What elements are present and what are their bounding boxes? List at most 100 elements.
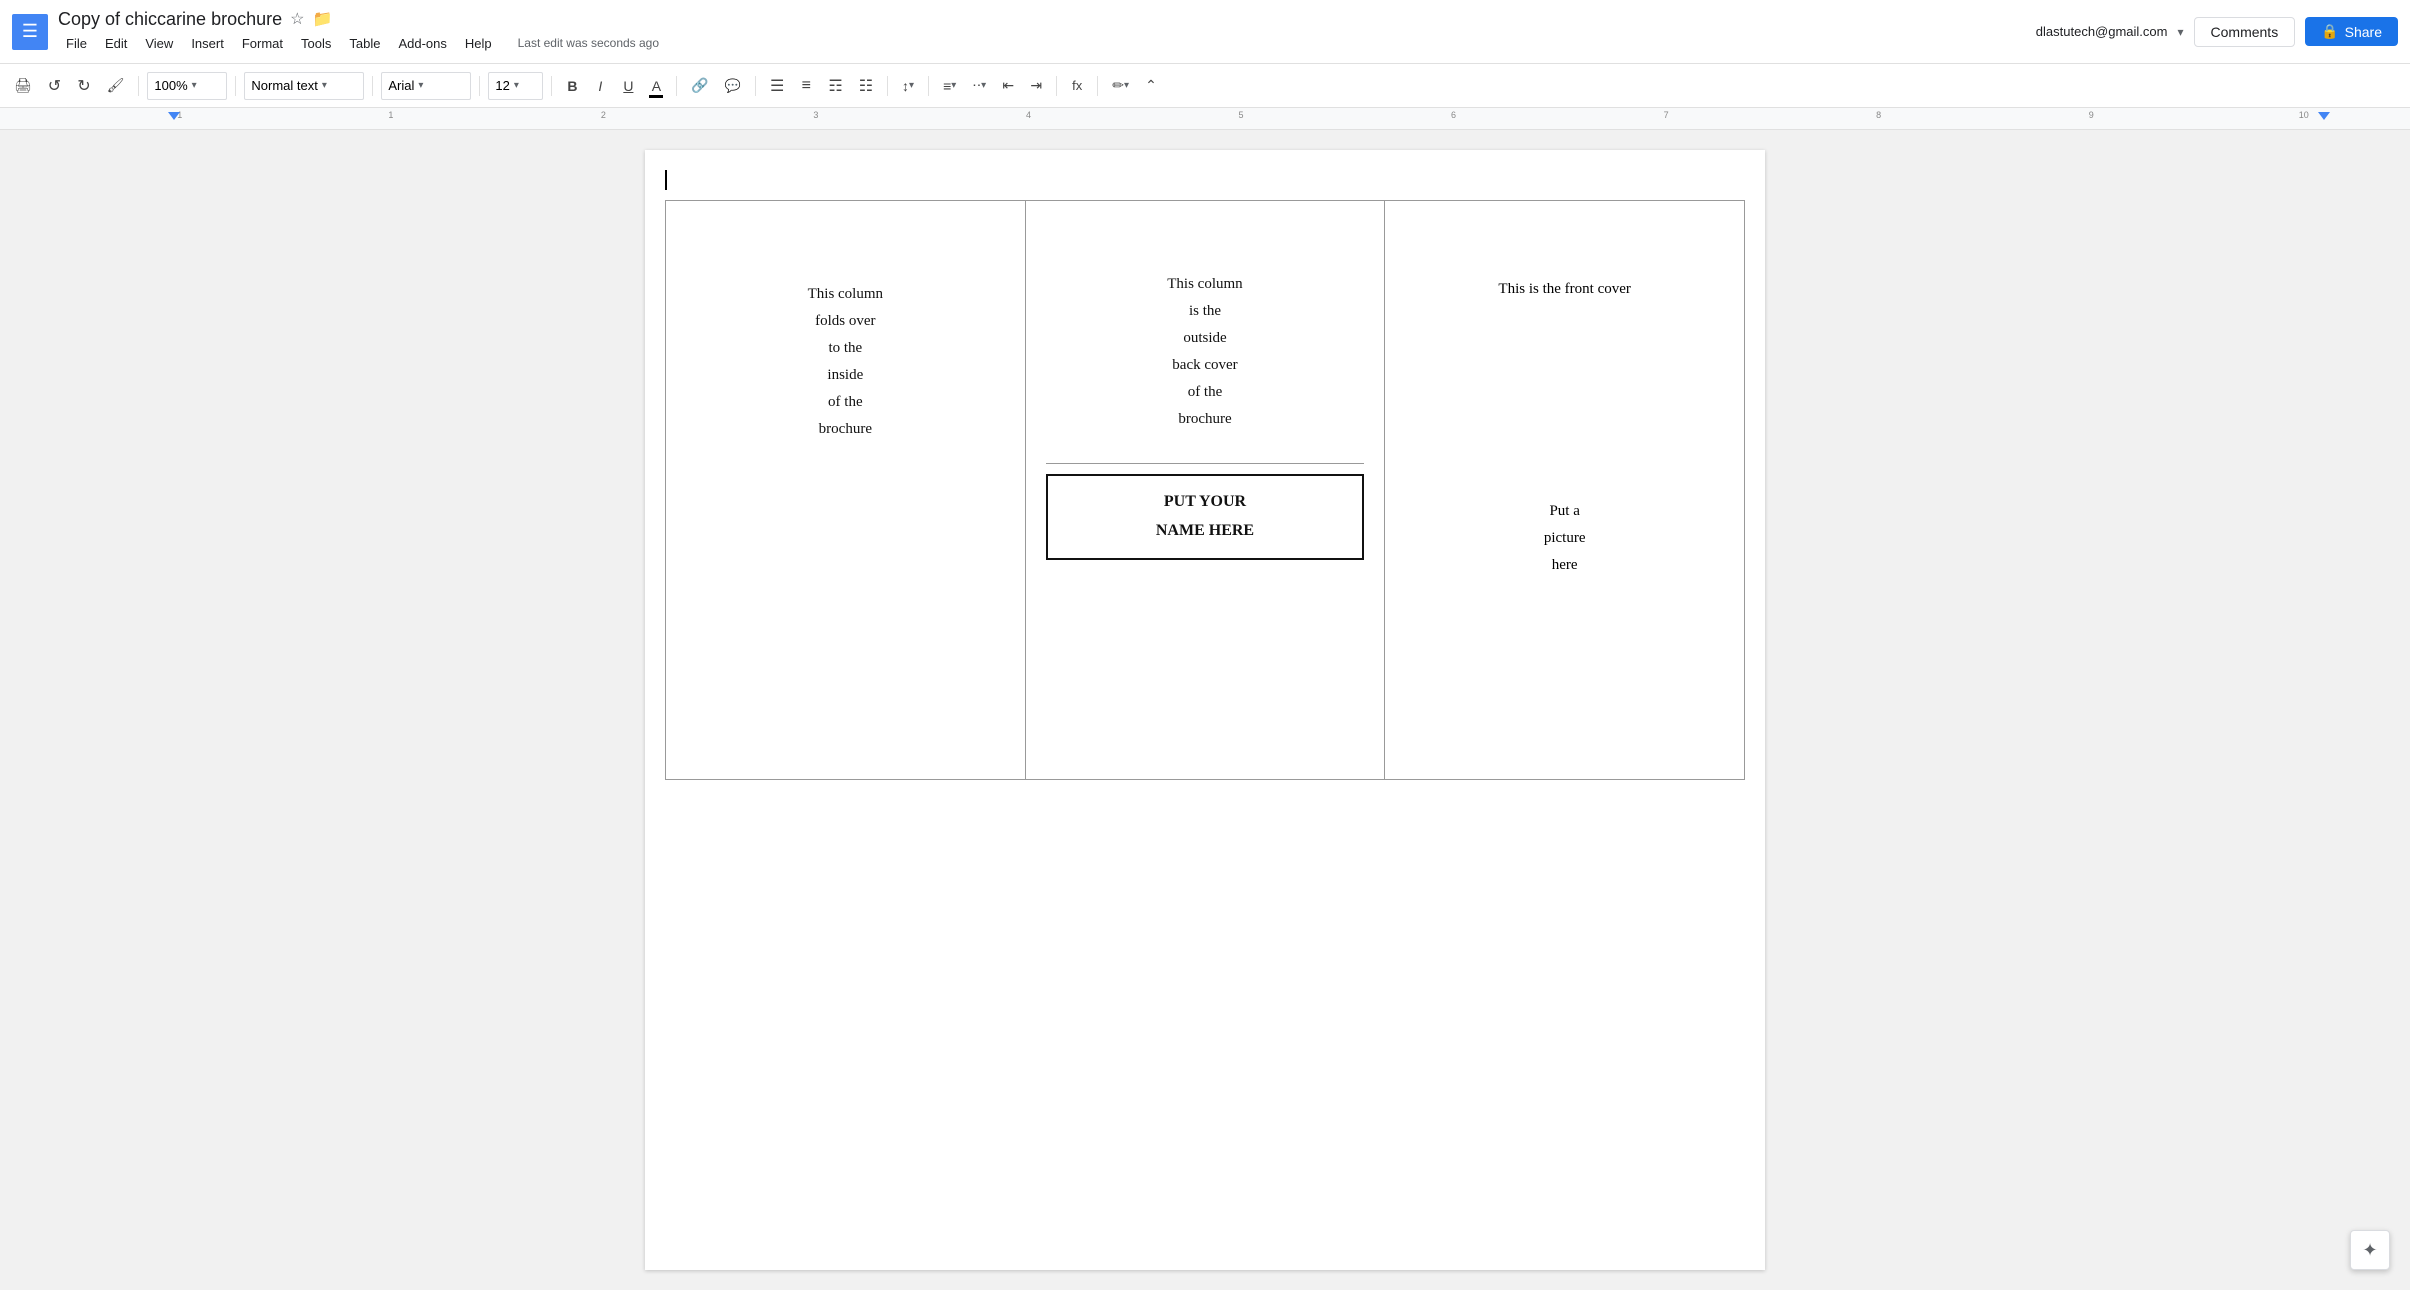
menu-addons[interactable]: Add-ons	[390, 32, 454, 55]
menu-bar: File Edit View Insert Format Tools Table…	[58, 32, 2036, 55]
text-color-button[interactable]: A	[644, 71, 668, 101]
paint-format-icon: 🖌	[107, 77, 125, 94]
bullet-list-arrow: ▾	[981, 80, 986, 91]
share-label: Share	[2345, 24, 2382, 40]
redo-icon: ↻	[77, 76, 90, 96]
menu-format[interactable]: Format	[234, 32, 291, 55]
ruler-mark: 5	[1135, 110, 1348, 130]
ruler-mark: 7	[1560, 110, 1773, 130]
separator-1	[138, 76, 139, 96]
color-indicator	[649, 95, 663, 98]
align-right-button[interactable]: ☶	[822, 71, 848, 101]
pen-icon: ✏	[1112, 77, 1124, 94]
separator-9	[928, 76, 929, 96]
undo-button[interactable]: ↺	[42, 71, 67, 101]
link-button[interactable]: 🔗	[685, 71, 714, 101]
print-button[interactable]: 🖨	[8, 71, 38, 101]
brochure-col-1[interactable]: This columnfolds overto theinsideof theb…	[666, 201, 1026, 780]
user-email[interactable]: dlastutech@gmail.com	[2036, 24, 2168, 39]
menu-insert[interactable]: Insert	[183, 32, 232, 55]
col2-name-line2: NAME HERE	[1060, 517, 1351, 546]
menu-tools[interactable]: Tools	[293, 32, 339, 55]
folder-icon[interactable]: 📁	[312, 9, 332, 29]
top-right-area: dlastutech@gmail.com ▾ Comments 🔒 Share	[2036, 17, 2398, 47]
menu-edit[interactable]: Edit	[97, 32, 135, 55]
style-selector[interactable]: Normal text ▾	[244, 72, 364, 100]
collapse-toolbar-button[interactable]: ⌃	[1139, 71, 1163, 101]
ruler-numbers: -1 1 2 3 4 5 6 7 8 9 10	[0, 110, 2410, 130]
ruler-mark: 3	[710, 110, 923, 130]
col2-divider	[1046, 463, 1365, 464]
justify-icon: ☷	[859, 76, 873, 96]
brochure-col-3[interactable]: This is the front cover Put apicturehere	[1385, 201, 1745, 780]
indent-decrease-icon: ⇤	[1002, 77, 1014, 94]
font-size-selector[interactable]: 12 ▾	[488, 72, 543, 100]
ruler-right-margin-indicator[interactable]	[2318, 112, 2330, 120]
separator-10	[1056, 76, 1057, 96]
separator-5	[551, 76, 552, 96]
menu-help[interactable]: Help	[457, 32, 500, 55]
font-arrow: ▾	[418, 80, 423, 91]
line-spacing-button[interactable]: ↕ ▾	[896, 71, 920, 101]
bullet-list-icon: ⋅⋅	[972, 77, 981, 94]
menu-table[interactable]: Table	[341, 32, 388, 55]
menu-file[interactable]: File	[58, 32, 95, 55]
bullet-list-button[interactable]: ⋅⋅ ▾	[966, 71, 992, 101]
italic-button[interactable]: I	[588, 71, 612, 101]
font-value: Arial	[388, 78, 414, 93]
col2-name-box[interactable]: PUT YOUR NAME HERE	[1046, 474, 1365, 560]
brochure-col-2[interactable]: This columnis theoutsideback coverof the…	[1025, 201, 1385, 780]
redo-button[interactable]: ↻	[71, 71, 96, 101]
align-left-icon: ☰	[770, 76, 784, 96]
ruler-mark: 1	[285, 110, 498, 130]
separator-8	[887, 76, 888, 96]
justify-button[interactable]: ☷	[853, 71, 879, 101]
ruler-mark: 2	[497, 110, 710, 130]
underline-button[interactable]: U	[616, 71, 640, 101]
formula-icon: fx	[1072, 78, 1082, 93]
text-color-icon: A	[652, 78, 661, 94]
zoom-selector[interactable]: 100% ▾	[147, 72, 227, 100]
font-selector[interactable]: Arial ▾	[381, 72, 471, 100]
collapse-icon: ⌃	[1145, 77, 1157, 94]
col3-bottom-text: Put apicturehere	[1405, 498, 1724, 579]
comment-button[interactable]: 💬	[719, 71, 747, 101]
style-value: Normal text	[251, 78, 317, 93]
indent-decrease-button[interactable]: ⇤	[996, 71, 1020, 101]
paint-format-button[interactable]: 🖌	[101, 71, 131, 101]
font-size-value: 12	[495, 78, 509, 93]
indent-increase-button[interactable]: ⇥	[1024, 71, 1048, 101]
ruler-inner: -1 1 2 3 4 5 6 7 8 9 10	[0, 108, 2410, 129]
separator-3	[372, 76, 373, 96]
line-spacing-arrow: ▾	[909, 80, 914, 91]
ruler: -1 1 2 3 4 5 6 7 8 9 10	[0, 108, 2410, 130]
col2-content: This columnis theoutsideback coverof the…	[1167, 276, 1242, 427]
ruler-left-margin-indicator[interactable]	[168, 112, 180, 120]
lock-icon: 🔒	[2321, 23, 2338, 40]
doc-page[interactable]: This columnfolds overto theinsideof theb…	[645, 150, 1765, 1270]
toolbar: 🖨 ↺ ↻ 🖌 100% ▾ Normal text ▾ Arial ▾ 12 …	[0, 64, 2410, 108]
comments-button[interactable]: Comments	[2194, 17, 2296, 47]
dropdown-icon[interactable]: ▾	[2177, 25, 2183, 39]
numbered-list-arrow: ▾	[951, 80, 956, 91]
app-menu-button[interactable]: ☰	[12, 14, 48, 50]
doc-title[interactable]: Copy of chiccarine brochure	[58, 9, 282, 30]
link-icon: 🔗	[691, 77, 708, 94]
zoom-value: 100%	[154, 78, 187, 93]
align-left-button[interactable]: ☰	[764, 71, 790, 101]
pen-arrow: ▾	[1124, 80, 1129, 91]
menu-view[interactable]: View	[137, 32, 181, 55]
numbered-list-button[interactable]: ≡ ▾	[937, 71, 962, 101]
bold-button[interactable]: B	[560, 71, 584, 101]
star-icon[interactable]: ☆	[290, 9, 304, 29]
pen-button[interactable]: ✏ ▾	[1106, 71, 1135, 101]
comment-icon: 💬	[725, 78, 741, 94]
formula-button[interactable]: fx	[1065, 71, 1089, 101]
brochure-table: This columnfolds overto theinsideof theb…	[665, 200, 1745, 780]
text-cursor	[665, 170, 667, 190]
align-center-button[interactable]: ≡	[794, 71, 818, 101]
share-button[interactable]: 🔒 Share	[2305, 17, 2398, 46]
assistant-button[interactable]: ✦	[2350, 1230, 2390, 1270]
indent-increase-icon: ⇥	[1030, 77, 1042, 94]
doc-title-area: Copy of chiccarine brochure ☆ 📁 File Edi…	[58, 9, 2036, 55]
